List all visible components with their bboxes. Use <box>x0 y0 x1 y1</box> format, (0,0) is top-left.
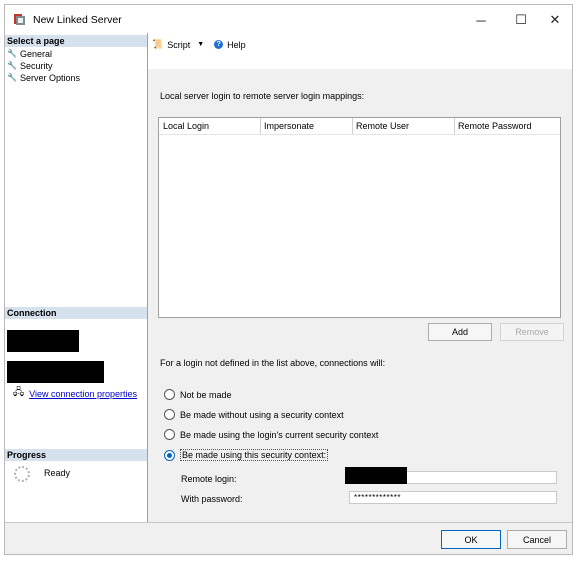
option-this-security-context[interactable]: Be made using this security context: <box>164 449 329 461</box>
radio-button-selected[interactable] <box>164 449 175 461</box>
dialog-footer: OK Cancel <box>5 522 572 554</box>
progress-spinner-icon <box>14 466 30 482</box>
title-bar: New Linked Server ─ ☐ ✕ <box>5 5 572 33</box>
remove-button[interactable]: Remove <box>500 323 564 341</box>
radio-button[interactable] <box>164 389 175 400</box>
mappings-label: Local server login to remote server logi… <box>160 91 365 101</box>
close-button[interactable]: ✕ <box>535 9 575 31</box>
redacted-server-value <box>7 330 79 352</box>
page-item-security[interactable]: 🔧 Security <box>7 60 52 72</box>
login-mappings-grid[interactable]: Local Login Impersonate Remote User Remo… <box>158 117 561 318</box>
new-linked-server-dialog: New Linked Server ─ ☐ ✕ Select a page 🔧 … <box>4 4 573 555</box>
app-icon <box>14 14 25 25</box>
ok-button[interactable]: OK <box>441 530 501 549</box>
script-icon: 📜 <box>152 39 164 49</box>
view-connection-properties-link[interactable]: 🖧 View connection properties <box>13 385 137 402</box>
connection-header: Connection <box>5 307 147 319</box>
redacted-connection-value <box>7 361 104 383</box>
page-item-label: Security <box>19 61 53 71</box>
option-label: Not be made <box>180 389 232 400</box>
wrench-icon: 🔧 <box>7 49 17 58</box>
page-item-general[interactable]: 🔧 General <box>7 48 52 60</box>
option-without-security-context[interactable]: Be made without using a security context <box>164 409 344 420</box>
minimize-button[interactable]: ─ <box>461 9 501 31</box>
chevron-down-icon[interactable]: ▼ <box>197 41 204 48</box>
cancel-button[interactable]: Cancel <box>507 530 567 549</box>
page-item-label: General <box>19 49 52 59</box>
page-item-label: Server Options <box>19 73 80 83</box>
right-pane: 📜 Script ▼ ? Help Local server login to … <box>148 33 572 522</box>
page-item-server-options[interactable]: 🔧 Server Options <box>7 72 80 84</box>
help-button[interactable]: Help <box>227 40 246 50</box>
add-button[interactable]: Add <box>428 323 492 341</box>
option-label: Be made using the login's current securi… <box>180 429 379 440</box>
option-not-be-made[interactable]: Not be made <box>164 389 232 400</box>
wrench-icon: 🔧 <box>7 61 17 70</box>
option-label: Be made without using a security context <box>180 409 344 420</box>
column-header: Local Login <box>163 121 210 131</box>
grid-header-divider <box>159 134 560 135</box>
security-page: Local server login to remote server logi… <box>148 69 572 522</box>
toolbar: 📜 Script ▼ ? Help <box>152 39 246 50</box>
with-password-label: With password: <box>181 494 243 504</box>
progress-status: Ready <box>44 468 71 478</box>
password-input[interactable]: ************* <box>349 491 557 504</box>
radio-button[interactable] <box>164 409 175 420</box>
window-title: New Linked Server <box>33 14 122 26</box>
column-separator <box>352 118 353 134</box>
script-button[interactable]: Script <box>167 40 190 50</box>
help-icon[interactable]: ? <box>214 40 224 49</box>
option-current-security-context[interactable]: Be made using the login's current securi… <box>164 429 378 440</box>
radio-button[interactable] <box>164 429 175 440</box>
redacted-remote-login <box>345 467 407 484</box>
column-header: Impersonate <box>264 121 315 131</box>
connection-properties-icon: 🖧 <box>13 387 25 398</box>
column-header: Remote Password <box>458 121 532 131</box>
column-header: Remote User <box>356 121 410 131</box>
wrench-icon: 🔧 <box>7 73 17 82</box>
not-defined-label: For a login not defined in the list abov… <box>160 358 386 368</box>
view-connection-properties-text[interactable]: View connection properties <box>29 389 137 399</box>
option-label: Be made using this security context: <box>180 449 329 461</box>
column-separator <box>260 118 261 134</box>
progress-header: Progress <box>5 449 147 461</box>
select-page-header: Select a page <box>5 35 147 47</box>
remote-login-label: Remote login: <box>181 474 237 484</box>
column-separator <box>454 118 455 134</box>
left-pane: Select a page 🔧 General 🔧 Security 🔧 Ser… <box>5 33 148 522</box>
